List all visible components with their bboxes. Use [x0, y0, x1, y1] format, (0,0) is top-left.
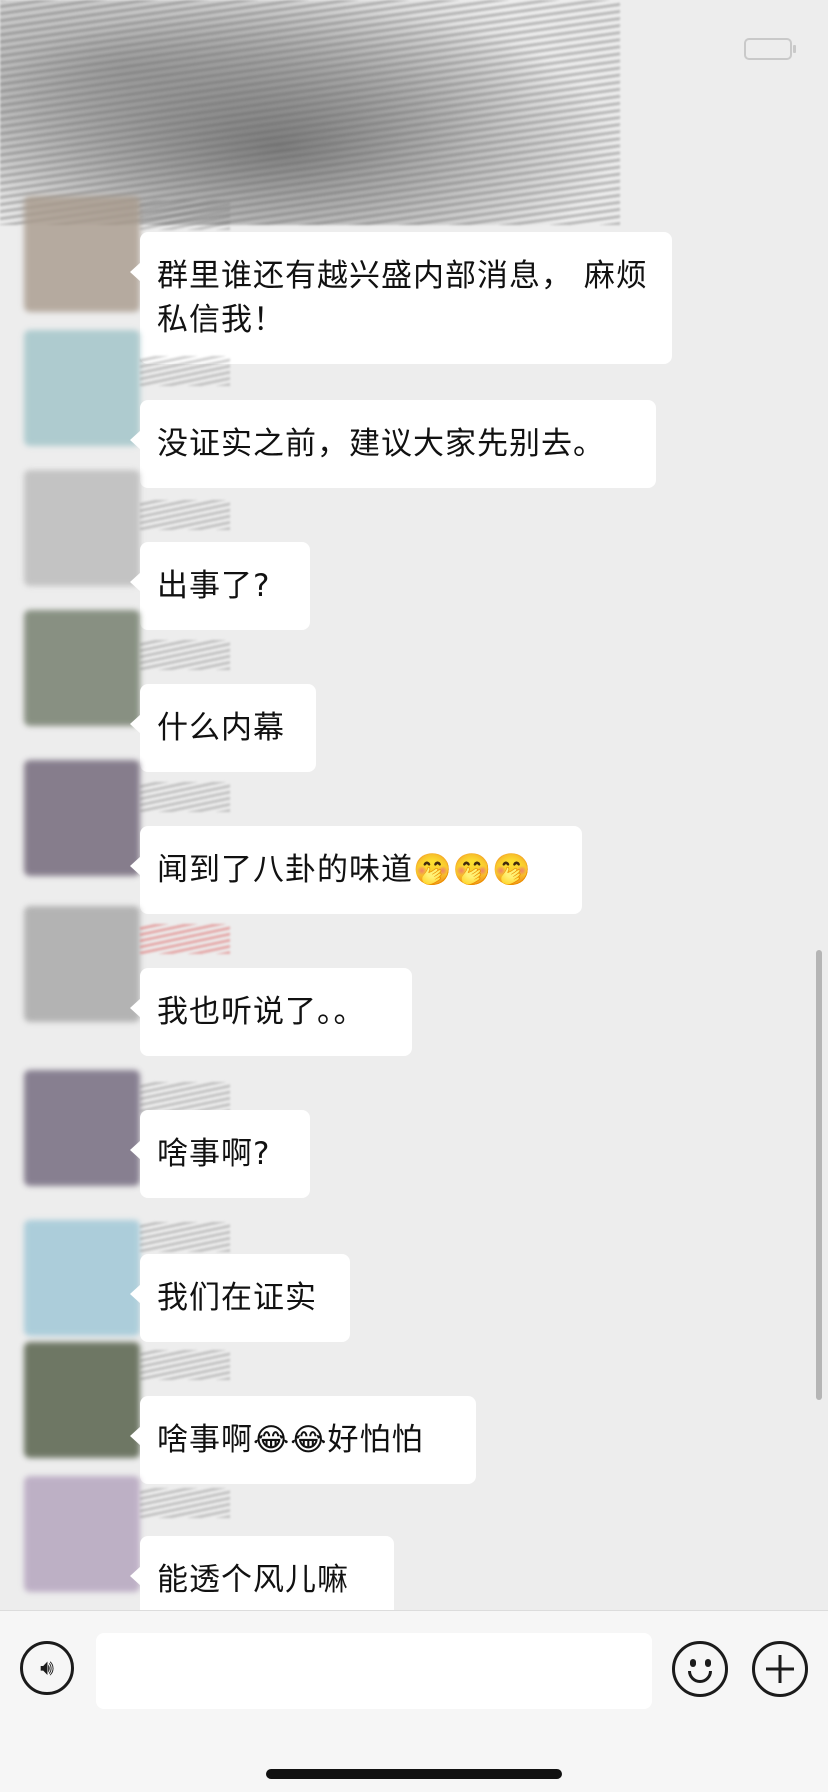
message-bubble[interactable]: 出事了? — [130, 542, 310, 630]
message-bubble[interactable]: 我们在证实 — [130, 1254, 350, 1342]
message-bubble[interactable]: 啥事啊😂😂好怕怕 — [130, 1396, 476, 1484]
emoji-icon[interactable] — [672, 1641, 728, 1697]
sender-name — [140, 924, 230, 954]
sender-name — [140, 640, 230, 670]
avatar[interactable] — [24, 470, 140, 586]
message-bubble[interactable]: 群里谁还有越兴盛内部消息， 麻烦私信我！ — [130, 232, 672, 364]
sender-name — [140, 1350, 230, 1380]
input-bar: 🔊︎ — [0, 1610, 828, 1792]
avatar[interactable] — [24, 330, 140, 446]
message-bubble[interactable]: 闻到了八卦的味道🤭🤭🤭 — [130, 826, 582, 914]
message-bubble[interactable]: 我也听说了。。 — [130, 968, 412, 1056]
plus-icon[interactable] — [752, 1641, 808, 1697]
sender-name — [140, 1222, 230, 1252]
voice-icon[interactable]: 🔊︎ — [20, 1641, 74, 1695]
sender-name — [140, 1488, 230, 1518]
message-bubble[interactable]: 没证实之前，建议大家先别去。 — [130, 400, 656, 488]
avatar[interactable] — [24, 1070, 140, 1186]
scrollbar[interactable] — [816, 950, 822, 1400]
avatar[interactable] — [24, 1476, 140, 1592]
sender-name — [140, 500, 230, 530]
avatar[interactable] — [24, 1342, 140, 1458]
emoji-eye-left — [690, 1659, 696, 1667]
avatar[interactable] — [24, 760, 140, 876]
emoji-mouth — [688, 1671, 712, 1683]
avatar[interactable] — [24, 906, 140, 1022]
sender-name — [140, 782, 230, 812]
sender-name — [140, 200, 230, 230]
message-bubble[interactable]: 什么内幕 — [130, 684, 316, 772]
sender-name — [140, 356, 230, 386]
avatar[interactable] — [24, 610, 140, 726]
sender-name — [140, 1082, 230, 1112]
home-indicator — [266, 1769, 562, 1779]
message-bubble[interactable]: 啥事啊? — [130, 1110, 310, 1198]
emoji-eye-right — [705, 1659, 711, 1667]
message-input[interactable] — [96, 1633, 652, 1709]
avatar[interactable] — [24, 1220, 140, 1336]
avatar[interactable] — [24, 196, 140, 312]
message-list[interactable]: 群里谁还有越兴盛内部消息， 麻烦私信我！ 没证实之前，建议大家先别去。 出事了?… — [0, 0, 828, 1624]
